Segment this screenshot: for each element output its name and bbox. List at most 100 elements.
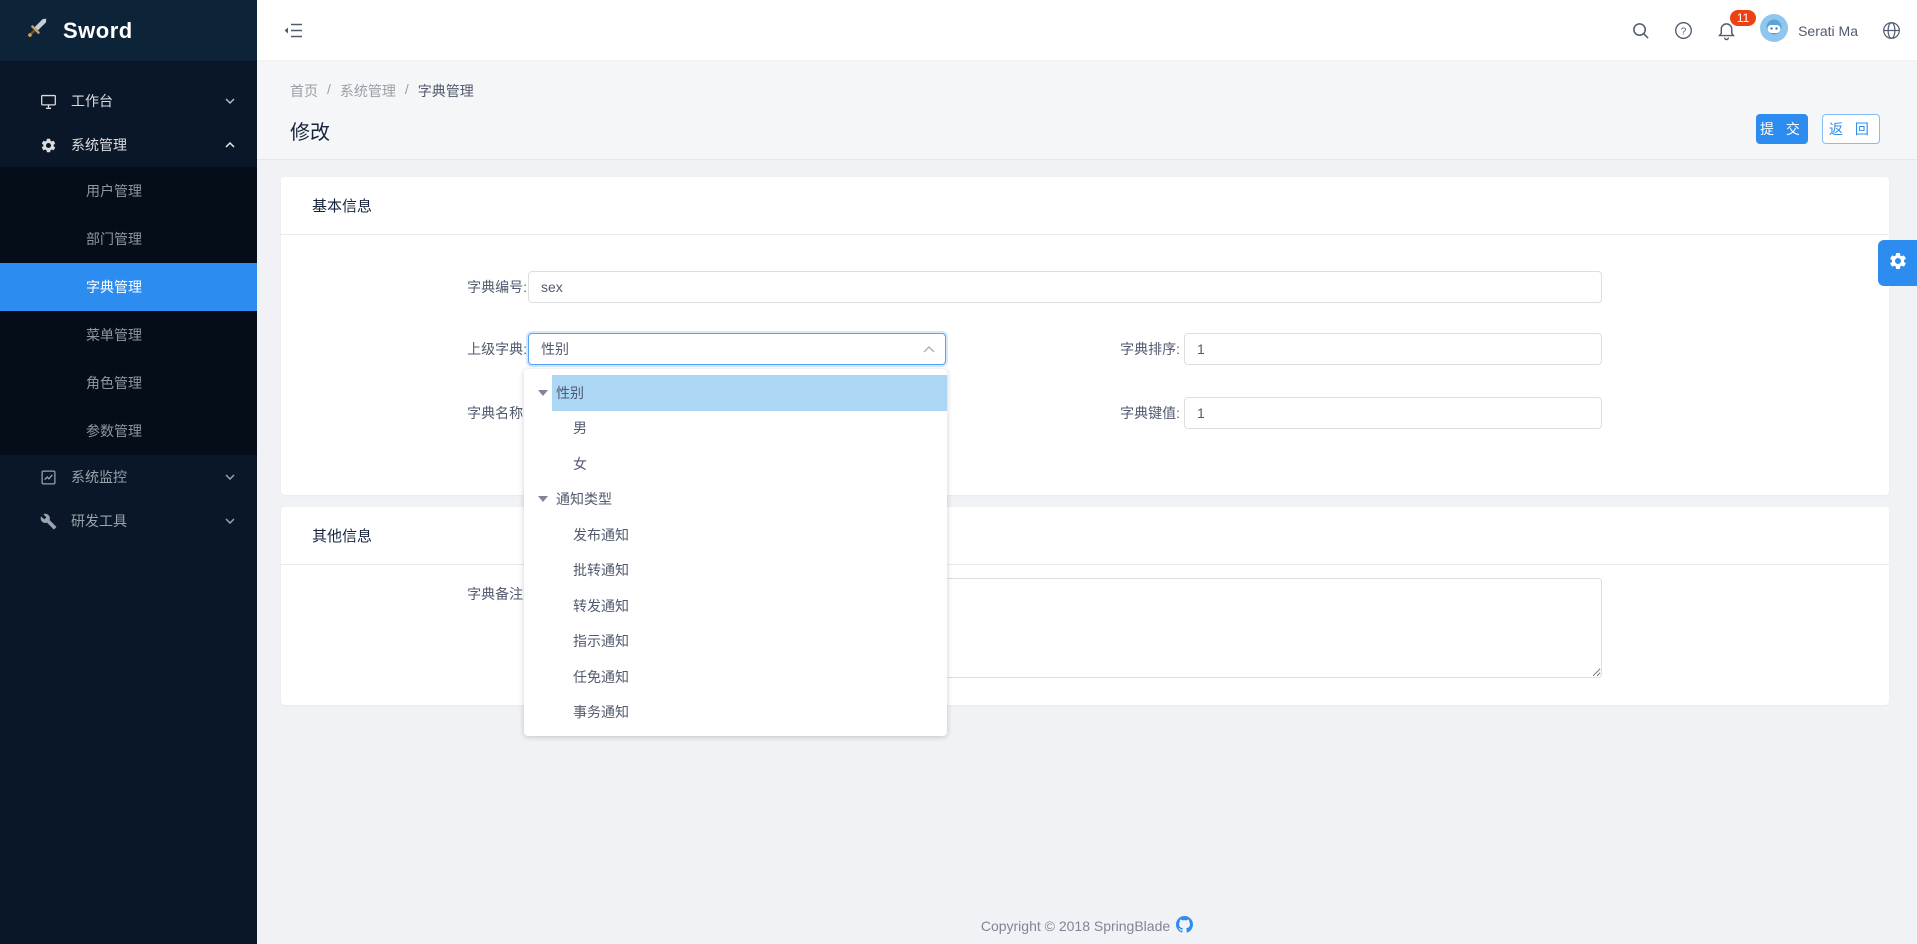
tree-node-forward-notice[interactable]: 转发通知 xyxy=(524,588,947,624)
sidebar-subitem-menu-management[interactable]: 菜单管理 xyxy=(0,311,257,359)
gear-icon xyxy=(40,136,58,154)
parent-dict-label: 上级字典: xyxy=(407,333,527,365)
tree-node-label: 男 xyxy=(569,411,947,447)
sidebar-item-dev-tools[interactable]: 研发工具 xyxy=(0,499,257,543)
parent-dict-dropdown: 性别 男 女 通知类型 发布通知 批转通知 转发通知 指示通知 任免通知 事务通… xyxy=(524,369,947,736)
dict-sort-input[interactable] xyxy=(1184,333,1602,365)
breadcrumb: 首页 / 系统管理 / 字典管理 xyxy=(290,81,474,101)
other-info-card: 其他信息 字典备注: xyxy=(281,507,1889,705)
github-icon[interactable] xyxy=(1176,916,1193,936)
tree-node-publish-notice[interactable]: 发布通知 xyxy=(524,517,947,553)
tree-node-sex[interactable]: 性别 xyxy=(524,375,947,411)
sidebar-subitem-dept-management[interactable]: 部门管理 xyxy=(0,215,257,263)
notification-bell-icon[interactable]: 11 xyxy=(1717,21,1736,41)
tree-node-label: 转发通知 xyxy=(569,588,947,624)
tree-node-label: 批转通知 xyxy=(569,553,947,589)
sidebar-subitem-dict-management[interactable]: 字典管理 xyxy=(0,263,257,311)
avatar xyxy=(1760,14,1788,47)
tree-node-approve-notice[interactable]: 批转通知 xyxy=(524,553,947,589)
sidebar-item-label: 系统管理 xyxy=(71,135,127,155)
sidebar: Sword 工作台 系统管理 xyxy=(0,0,257,944)
notification-badge: 11 xyxy=(1729,9,1757,27)
sidebar-item-label: 工作台 xyxy=(71,91,113,111)
app-logo[interactable]: Sword xyxy=(0,0,257,61)
sidebar-item-label: 系统监控 xyxy=(71,467,127,487)
chevron-up-icon xyxy=(225,142,235,148)
breadcrumb-separator: / xyxy=(405,81,409,101)
sidebar-item-workbench[interactable]: 工作台 xyxy=(0,79,257,123)
sidebar-subitem-param-management[interactable]: 参数管理 xyxy=(0,407,257,455)
topbar-right: ? 11 Serati Ma xyxy=(1631,0,1901,61)
dict-sort-label: 字典排序: xyxy=(1060,333,1180,365)
tree-node-female[interactable]: 女 xyxy=(524,446,947,482)
dict-key-label: 字典键值: xyxy=(1060,397,1180,429)
caret-down-icon[interactable] xyxy=(538,390,548,396)
submenu-label: 用户管理 xyxy=(86,181,142,201)
parent-dict-select[interactable]: 性别 xyxy=(528,333,946,365)
submenu-label: 菜单管理 xyxy=(86,325,142,345)
submenu-label: 角色管理 xyxy=(86,373,142,393)
chart-icon xyxy=(40,468,58,486)
dict-remark-label: 字典备注: xyxy=(407,583,527,605)
sword-icon xyxy=(24,15,50,46)
breadcrumb-separator: / xyxy=(327,81,331,101)
page-header-band xyxy=(257,61,1917,160)
topbar: ? 11 Serati Ma xyxy=(257,0,1917,61)
basic-info-card: 基本信息 字典编号: 上级字典: 性别 字典排序: 字典名称: 字典键值: xyxy=(281,177,1889,495)
tools-icon xyxy=(40,512,58,530)
dict-code-input[interactable] xyxy=(528,271,1602,303)
monitor-icon xyxy=(40,92,58,110)
tree-node-label: 任免通知 xyxy=(569,659,947,695)
chevron-down-icon xyxy=(225,474,235,480)
help-icon[interactable]: ? xyxy=(1674,21,1693,40)
submit-button[interactable]: 提 交 xyxy=(1756,114,1808,144)
search-icon[interactable] xyxy=(1631,21,1650,40)
chevron-down-icon xyxy=(225,98,235,104)
tree-node-appoint-notice[interactable]: 任免通知 xyxy=(524,659,947,695)
back-button[interactable]: 返 回 xyxy=(1822,114,1880,144)
dict-code-label: 字典编号: xyxy=(407,271,527,303)
tree-node-male[interactable]: 男 xyxy=(524,411,947,447)
system-management-submenu: 用户管理 部门管理 字典管理 菜单管理 角色管理 参数管理 xyxy=(0,167,257,455)
tree-node-instruct-notice[interactable]: 指示通知 xyxy=(524,624,947,660)
tree-node-label: 通知类型 xyxy=(552,482,947,518)
theme-settings-button[interactable] xyxy=(1878,240,1917,286)
tree-node-label: 性别 xyxy=(552,375,947,411)
submenu-label: 参数管理 xyxy=(86,421,142,441)
dict-name-label: 字典名称: xyxy=(407,397,527,429)
breadcrumb-home[interactable]: 首页 xyxy=(290,81,318,101)
user-name: Serati Ma xyxy=(1798,23,1858,39)
app-title: Sword xyxy=(63,18,133,44)
breadcrumb-current: 字典管理 xyxy=(418,81,474,101)
sidebar-item-system-monitor[interactable]: 系统监控 xyxy=(0,455,257,499)
gear-icon xyxy=(1888,251,1908,276)
submenu-label: 字典管理 xyxy=(86,277,142,297)
menu-fold-icon[interactable] xyxy=(283,20,304,41)
svg-text:?: ? xyxy=(1681,26,1687,37)
tree-node-affair-notice[interactable]: 事务通知 xyxy=(524,695,947,731)
breadcrumb-system[interactable]: 系统管理 xyxy=(340,81,396,101)
user-menu[interactable]: Serati Ma xyxy=(1760,14,1858,47)
submenu-label: 部门管理 xyxy=(86,229,142,249)
tree-node-label: 事务通知 xyxy=(569,695,947,731)
copyright-text: Copyright © 2018 SpringBlade xyxy=(981,918,1170,934)
parent-dict-value: 性别 xyxy=(541,339,569,359)
footer: Copyright © 2018 SpringBlade xyxy=(257,916,1917,936)
sidebar-item-system-management[interactable]: 系统管理 xyxy=(0,123,257,167)
dict-key-input[interactable] xyxy=(1184,397,1602,429)
tree-node-notice-type[interactable]: 通知类型 xyxy=(524,482,947,518)
sidebar-menu: 工作台 系统管理 用户管理 部门管理 字典管理 xyxy=(0,61,257,543)
chevron-down-icon xyxy=(225,518,235,524)
sidebar-item-label: 研发工具 xyxy=(71,511,127,531)
language-globe-icon[interactable] xyxy=(1882,21,1901,40)
chevron-up-icon xyxy=(923,346,935,353)
page-title: 修改 xyxy=(290,116,330,145)
tree-node-label: 女 xyxy=(569,446,947,482)
caret-down-icon[interactable] xyxy=(538,496,548,502)
sidebar-subitem-user-management[interactable]: 用户管理 xyxy=(0,167,257,215)
section-title-basic: 基本信息 xyxy=(281,177,1889,235)
tree-node-label: 发布通知 xyxy=(569,517,947,553)
tree-node-label: 指示通知 xyxy=(569,624,947,660)
sidebar-subitem-role-management[interactable]: 角色管理 xyxy=(0,359,257,407)
section-title-other: 其他信息 xyxy=(281,507,1889,565)
